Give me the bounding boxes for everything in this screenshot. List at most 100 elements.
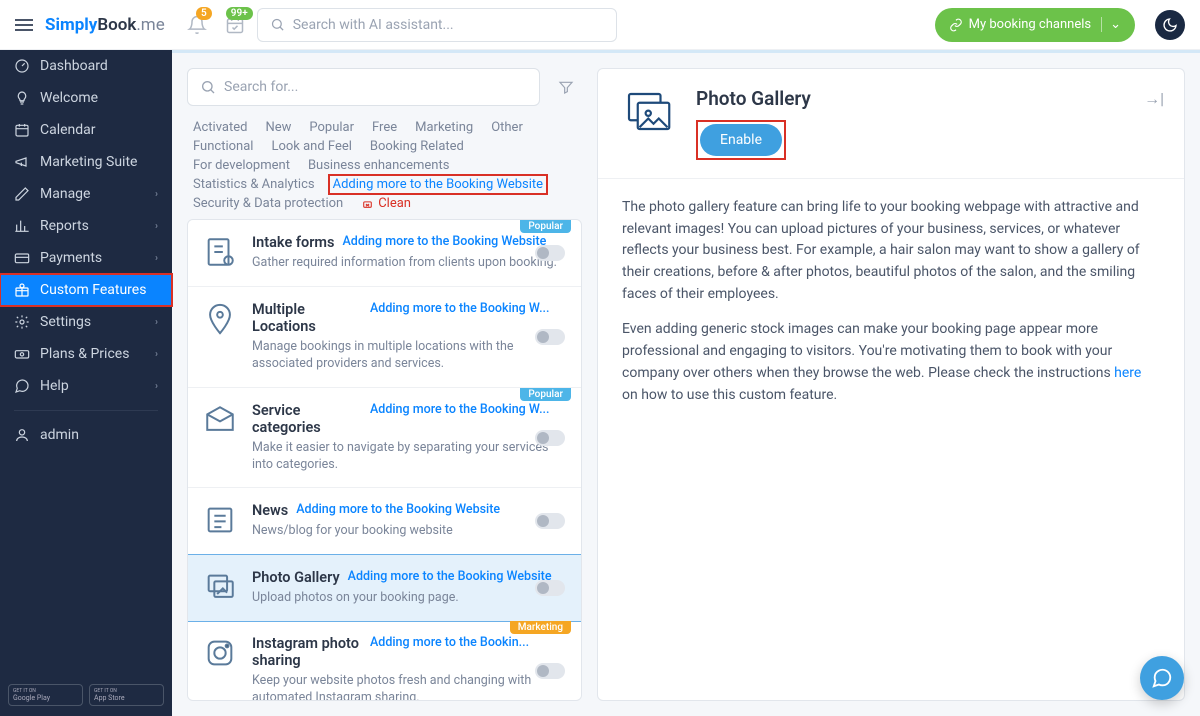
cal-badge: 99+ [226, 7, 253, 20]
feature-icon [202, 402, 238, 438]
feature-news[interactable]: News Adding more to the Booking Website N… [188, 488, 581, 555]
theme-toggle[interactable] [1155, 10, 1185, 40]
feature-category[interactable]: Adding more to the Booking Website [348, 569, 552, 584]
sidebar-item-custom-features[interactable]: Custom Features [0, 274, 172, 306]
link-icon [949, 18, 963, 32]
chevron-right-icon: › [155, 253, 158, 264]
hamburger-menu[interactable] [15, 19, 33, 31]
sidebar-item-plans-&-prices[interactable]: Plans & Prices› [0, 338, 172, 370]
gear-icon [14, 314, 30, 330]
filter-tag[interactable]: Booking Related [370, 139, 464, 154]
feature-title: Multiple Locations [252, 301, 362, 335]
google-play-badge[interactable]: GET IT ONGoogle Play [8, 684, 83, 706]
filter-tag[interactable]: Look and Feel [271, 139, 351, 154]
filter-tag[interactable]: Security & Data protection [193, 196, 343, 211]
feature-title: Service categories [252, 402, 362, 436]
here-link[interactable]: here [1114, 365, 1141, 381]
feature-title: News [252, 502, 288, 519]
sidebar-item-payments[interactable]: Payments› [0, 242, 172, 274]
feature-multiple-locations[interactable]: Multiple Locations Adding more to the Bo… [188, 287, 581, 388]
feature-toggle[interactable] [535, 329, 565, 345]
feature-photo-gallery[interactable]: Photo Gallery Adding more to the Booking… [187, 554, 582, 622]
app-store-badge[interactable]: GET IT ONApp Store [89, 684, 164, 706]
feature-badge: Popular [520, 388, 571, 401]
detail-p1: The photo gallery feature can bring life… [622, 197, 1160, 305]
filter-tag[interactable]: For development [193, 158, 290, 173]
detail-p2: Even adding generic stock images can mak… [622, 319, 1160, 406]
chart-icon [14, 218, 30, 234]
filter-tag[interactable]: Other [491, 120, 523, 135]
feature-toggle[interactable] [535, 513, 565, 529]
feature-toggle[interactable] [535, 430, 565, 446]
topbar: SimplyBook.me 5 99+ Search with AI assis… [0, 0, 1200, 50]
feature-icon [202, 569, 238, 605]
feature-intake-forms[interactable]: PopularIntake forms Adding more to the B… [188, 220, 581, 287]
bell-badge: 5 [196, 7, 212, 20]
gift-icon [14, 282, 30, 298]
chevron-right-icon: › [155, 381, 158, 392]
filter-tag[interactable]: Activated [193, 120, 247, 135]
feature-icon [202, 502, 238, 538]
calendar-icon [14, 122, 30, 138]
sidebar-admin[interactable]: admin [0, 419, 172, 451]
feature-desc: Upload photos on your booking page. [252, 590, 565, 607]
feature-icon [202, 301, 238, 337]
feature-category[interactable]: Adding more to the Booking Website [342, 234, 546, 249]
detail-header: Photo Gallery Enable →| [598, 69, 1184, 179]
sidebar-item-calendar[interactable]: Calendar [0, 114, 172, 146]
collapse-icon[interactable]: →| [1144, 89, 1164, 109]
filter-tag[interactable]: Popular [309, 120, 354, 135]
notifications-bell[interactable]: 5 [187, 15, 207, 35]
feature-toggle[interactable] [535, 663, 565, 679]
chevron-right-icon: › [155, 221, 158, 232]
filter-tag[interactable]: Marketing [415, 120, 473, 135]
detail-body: The photo gallery feature can bring life… [598, 179, 1184, 438]
calendar-check[interactable]: 99+ [225, 15, 245, 35]
enable-highlight: Enable [696, 120, 786, 160]
feature-category[interactable]: Adding more to the Booking W... [370, 402, 550, 417]
main-content: Search for... Activated New Popular Free Mar… [172, 50, 1200, 716]
enable-button[interactable]: Enable [700, 124, 782, 156]
filter-tag[interactable]: Adding more to the Booking Website [328, 174, 548, 195]
search-ai-placeholder: Search with AI assistant... [293, 17, 454, 33]
feature-instagram-photo-sharing[interactable]: MarketingInstagram photo sharing Adding … [188, 621, 581, 701]
filter-tag[interactable]: Statistics & Analytics [193, 177, 315, 192]
feature-badge: Popular [520, 220, 571, 233]
gallery-icon [622, 87, 678, 143]
feature-icon [202, 234, 238, 270]
feature-toggle[interactable] [535, 580, 565, 596]
sidebar-item-settings[interactable]: Settings› [0, 306, 172, 338]
feature-desc: News/blog for your booking website [252, 523, 565, 540]
feature-desc: Keep your website photos fresh and chang… [252, 673, 565, 701]
booking-channels-button[interactable]: My booking channels ⌄ [935, 8, 1135, 42]
feature-toggle[interactable] [535, 245, 565, 261]
sidebar-item-reports[interactable]: Reports› [0, 210, 172, 242]
filter-tag[interactable]: Free [372, 120, 397, 135]
filter-tag[interactable]: New [265, 120, 291, 135]
feature-service-categories[interactable]: Popular Service categories Adding more to… [188, 388, 581, 489]
card-icon [14, 250, 30, 266]
sidebar-item-marketing-suite[interactable]: Marketing Suite [0, 146, 172, 178]
pencil-icon [14, 186, 30, 202]
chevron-right-icon: › [155, 317, 158, 328]
filter-button[interactable] [550, 68, 582, 106]
logo[interactable]: SimplyBook.me [45, 15, 165, 35]
sidebar-item-dashboard[interactable]: Dashboard [0, 50, 172, 82]
filter-tag[interactable]: Business enhancements [308, 158, 449, 173]
feature-column: Search for... Activated New Popular Free Mar… [187, 68, 582, 701]
chevron-down-icon: ⌄ [1101, 17, 1121, 32]
feature-category[interactable]: Adding more to the Booking Website [296, 502, 500, 517]
chevron-right-icon: › [155, 189, 158, 200]
feature-category[interactable]: Adding more to the Booking W... [370, 301, 550, 316]
search-ai-input[interactable]: Search with AI assistant... [257, 8, 617, 42]
filter-tag[interactable]: Functional [193, 139, 253, 154]
detail-panel: Photo Gallery Enable →| The photo galler… [597, 68, 1185, 701]
sidebar-item-manage[interactable]: Manage› [0, 178, 172, 210]
feature-category[interactable]: Adding more to the Bookin... [370, 635, 529, 650]
sidebar-item-welcome[interactable]: Welcome [0, 82, 172, 114]
chat-fab[interactable] [1140, 656, 1184, 700]
search-icon [200, 79, 216, 95]
sidebar-item-help[interactable]: Help› [0, 370, 172, 402]
clean-filters[interactable]: Clean [361, 196, 411, 211]
feature-search-input[interactable]: Search for... [187, 68, 540, 106]
